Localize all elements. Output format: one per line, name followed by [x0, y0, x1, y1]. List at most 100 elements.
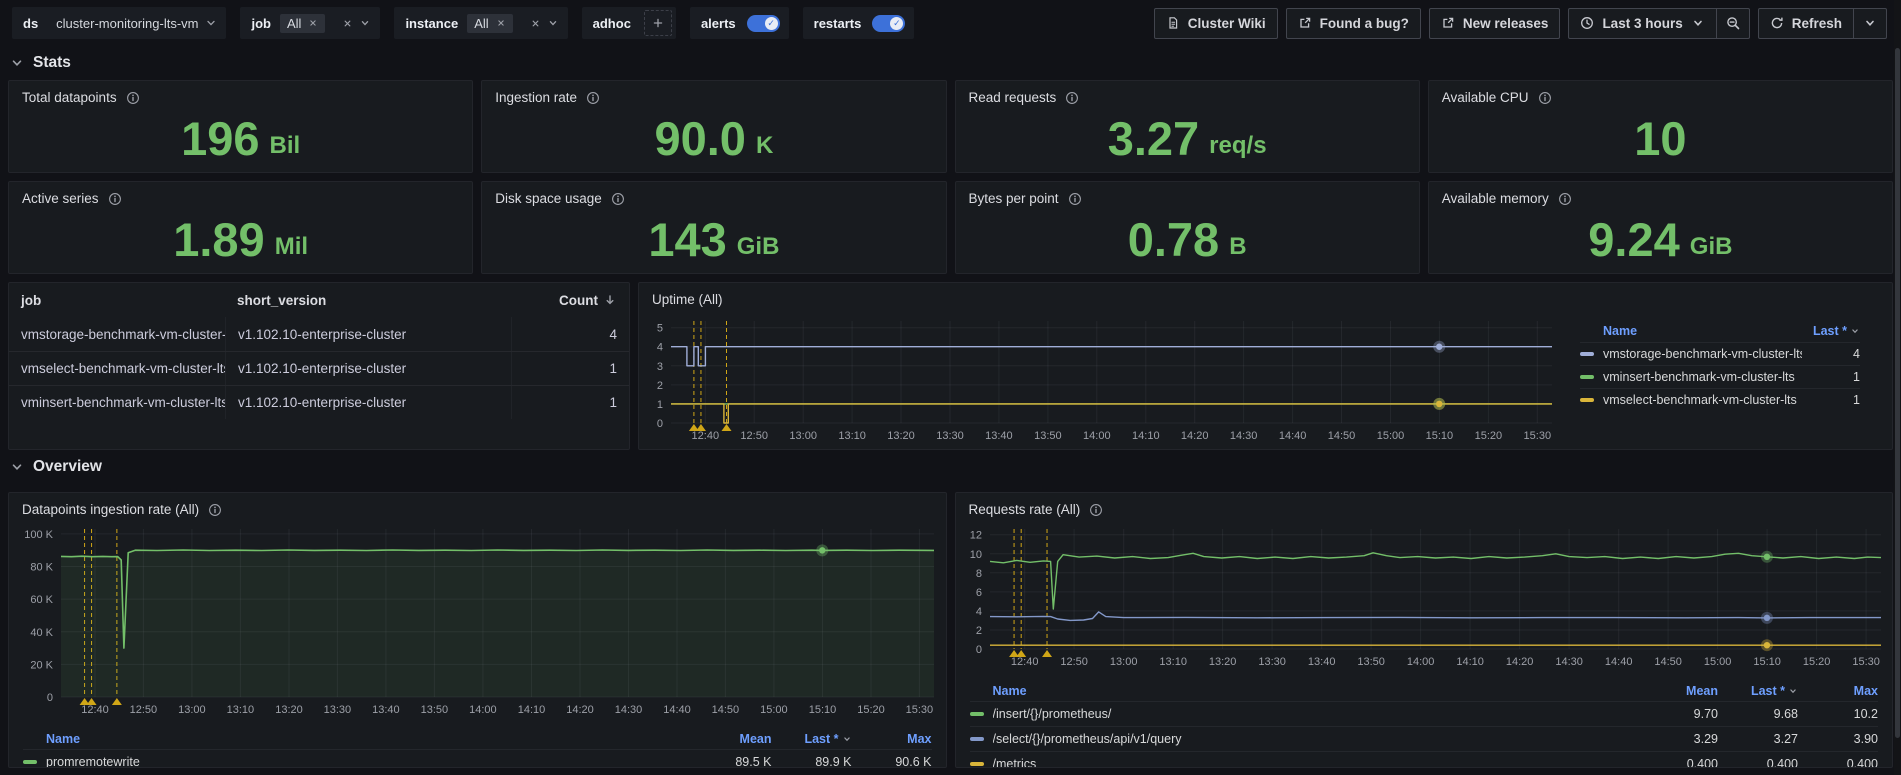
filter-value-chip[interactable]: All [280, 14, 325, 33]
legend-column-name[interactable]: Name [993, 684, 1639, 698]
data-point-marker[interactable] [1436, 344, 1442, 350]
series-name[interactable]: vmselect-benchmark-vm-cluster-lts [1603, 393, 1802, 407]
legend-column-max[interactable]: Max [1798, 684, 1878, 698]
close-icon[interactable] [308, 18, 318, 28]
svg-text:14:20: 14:20 [1505, 656, 1533, 668]
close-icon[interactable] [496, 18, 506, 28]
series-name[interactable]: /insert/{}/prometheus/ [993, 707, 1639, 721]
info-icon[interactable] [1089, 503, 1103, 517]
legend-column-last[interactable]: Last * [772, 732, 852, 746]
svg-text:14:50: 14:50 [1654, 656, 1682, 668]
panel-title[interactable]: Disk space usage [482, 182, 945, 210]
info-icon[interactable] [108, 192, 122, 206]
section-stats[interactable]: Stats [0, 46, 1901, 80]
filter-clear-and-open[interactable] [521, 17, 568, 29]
chip-label: All [474, 16, 488, 31]
close-icon[interactable] [342, 18, 353, 29]
link-button-cluster-wiki[interactable]: Cluster Wiki [1154, 8, 1278, 39]
scrollbar-thumb[interactable] [1895, 48, 1900, 738]
column-header-short-version[interactable]: short_version [225, 293, 511, 308]
stat-value: 0.78B [956, 208, 1419, 271]
link-button-new-releases[interactable]: New releases [1429, 8, 1561, 39]
info-icon[interactable] [208, 503, 222, 517]
svg-text:13:10: 13:10 [838, 430, 866, 442]
legend-column-mean[interactable]: Mean [692, 732, 772, 746]
link-button-found-a-bug-[interactable]: Found a bug? [1286, 8, 1421, 39]
adhoc-add-filter-button[interactable] [644, 10, 672, 36]
series-color-swatch[interactable] [1580, 398, 1594, 402]
svg-text:14:20: 14:20 [566, 704, 594, 716]
info-icon[interactable] [1068, 192, 1082, 206]
series-color-swatch[interactable] [1580, 352, 1594, 356]
time-range-picker[interactable]: Last 3 hours [1569, 9, 1715, 38]
column-header-count[interactable]: Count [511, 283, 629, 317]
panel-title[interactable]: Available CPU [1429, 81, 1892, 109]
legend-column-name[interactable]: Name [1603, 324, 1802, 338]
annotation-marker[interactable] [722, 424, 732, 431]
refresh-button[interactable]: Refresh [1759, 9, 1853, 38]
section-overview[interactable]: Overview [0, 450, 1901, 484]
annotation-marker[interactable] [87, 698, 97, 705]
series-color-swatch[interactable] [970, 762, 984, 766]
panel-title[interactable]: Datapoints ingestion rate (All) [9, 493, 946, 521]
legend-column-last[interactable]: Last * [1718, 684, 1798, 698]
ingestion-plot[interactable]: 020 K40 K60 K80 K100 K12:4012:5013:0013:… [9, 521, 946, 721]
column-header-job[interactable]: job [9, 293, 225, 308]
toggle-alerts[interactable]: ✓ [747, 15, 780, 32]
filter-clear-and-open[interactable] [333, 17, 380, 29]
panel-title[interactable]: Requests rate (All) [956, 493, 1893, 521]
info-icon[interactable] [1065, 91, 1079, 105]
annotation-marker[interactable] [696, 424, 706, 431]
series-color-swatch[interactable] [970, 712, 984, 716]
svg-text:12: 12 [969, 530, 981, 542]
legend-column-last[interactable]: Last * [1802, 324, 1860, 338]
data-point-marker[interactable] [1763, 615, 1769, 621]
svg-text:15:30: 15:30 [1852, 656, 1880, 668]
series-color-swatch[interactable] [23, 760, 37, 764]
panel-title[interactable]: Ingestion rate [482, 81, 945, 109]
panel-title[interactable]: Active series [9, 182, 472, 210]
stat-panel-available-cpu: Available CPU10 [1428, 80, 1893, 173]
close-icon[interactable] [530, 18, 541, 29]
data-point-marker[interactable] [1763, 642, 1769, 648]
legend-column-mean[interactable]: Mean [1638, 684, 1718, 698]
caret-down-icon[interactable] [547, 17, 559, 29]
panel-title[interactable]: Uptime (All) [639, 283, 1892, 311]
data-point-marker[interactable] [819, 547, 825, 553]
filter-ds-dropdown[interactable]: cluster-monitoring-lts-vm [47, 7, 226, 39]
table-row: vmstorage-benchmark-vm-cluster-ltsv1.102… [9, 317, 629, 351]
series-name[interactable]: /select/{}/prometheus/api/v1/query [993, 732, 1639, 746]
series-name[interactable]: promremotewrite [46, 755, 692, 768]
panel-title[interactable]: Bytes per point [956, 182, 1419, 210]
series-color-swatch[interactable] [970, 737, 984, 741]
series-name[interactable]: vmstorage-benchmark-vm-cluster-lts [1603, 347, 1802, 361]
panel-title[interactable]: Read requests [956, 81, 1419, 109]
info-icon[interactable] [586, 91, 600, 105]
annotation-marker[interactable] [1042, 650, 1052, 657]
series-name[interactable]: vminsert-benchmark-vm-cluster-lts [1603, 370, 1802, 384]
panel-title[interactable]: Total datapoints [9, 81, 472, 109]
filter-value-chip[interactable]: All [467, 14, 512, 33]
stat-value: 9.24GiB [1429, 208, 1892, 271]
series-color-swatch[interactable] [1580, 375, 1594, 379]
page-scrollbar[interactable] [1894, 0, 1901, 775]
data-point-marker[interactable] [1436, 401, 1442, 407]
info-icon[interactable] [1558, 192, 1572, 206]
refresh-interval-dropdown[interactable] [1853, 9, 1886, 38]
series-name[interactable]: /metrics [993, 757, 1639, 768]
caret-down-icon[interactable] [359, 17, 371, 29]
legend-column-name[interactable]: Name [46, 732, 692, 746]
data-point-marker[interactable] [1763, 554, 1769, 560]
panel-title[interactable]: Available memory [1429, 182, 1892, 210]
uptime-plot[interactable]: 01234512:4012:5013:0013:1013:2013:3013:4… [639, 311, 1560, 449]
legend-column-max[interactable]: Max [852, 732, 932, 746]
requests-plot[interactable]: 02468101212:4012:5013:0013:1013:2013:301… [956, 521, 1893, 673]
stat-title: Bytes per point [969, 191, 1059, 206]
info-icon[interactable] [611, 192, 625, 206]
toggle-restarts[interactable]: ✓ [872, 15, 905, 32]
annotation-marker[interactable] [1016, 650, 1026, 657]
zoom-out-button[interactable] [1716, 9, 1749, 38]
annotation-marker[interactable] [112, 698, 122, 705]
info-icon[interactable] [1538, 91, 1552, 105]
info-icon[interactable] [126, 91, 140, 105]
